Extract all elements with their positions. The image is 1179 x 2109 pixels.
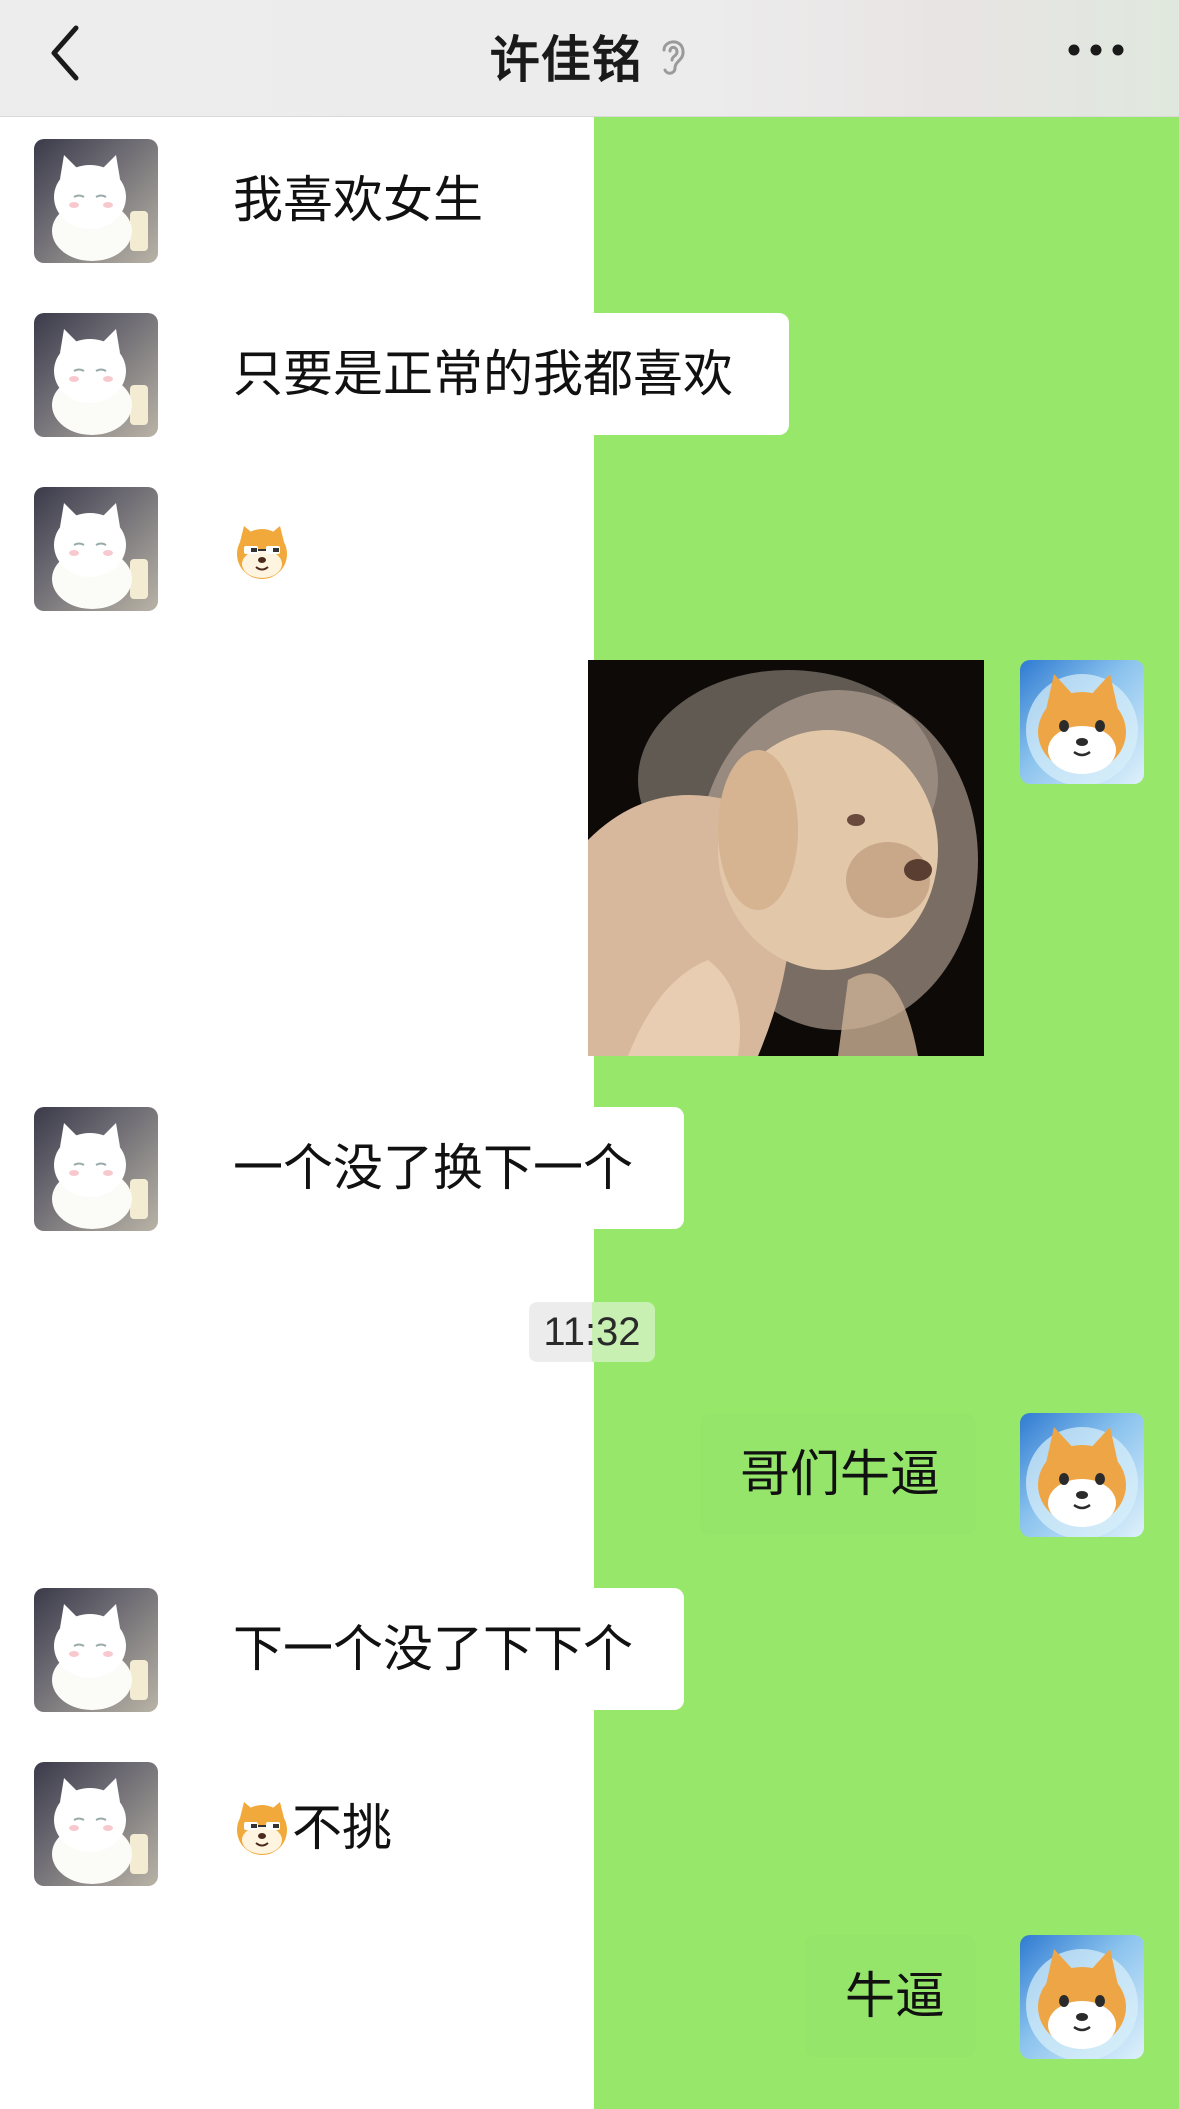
- chat-title: 许佳铭: [489, 32, 643, 88]
- message-text: 牛逼: [845, 1968, 945, 2024]
- cat-avatar-art: [52, 1604, 148, 1710]
- shiba-avatar-art: [1026, 1949, 1138, 2059]
- cat-avatar-art: [52, 155, 148, 261]
- incoming-message[interactable]: 不挑: [232, 1792, 392, 1860]
- shiba-avatar-art: [1026, 1427, 1138, 1537]
- incoming-message[interactable]: 一个没了换下一个: [193, 1107, 684, 1229]
- more-dots-icon[interactable]: [1064, 28, 1128, 72]
- cat-avatar-art: [52, 329, 148, 435]
- my-avatar[interactable]: [1020, 1935, 1144, 2059]
- contact-avatar[interactable]: [34, 313, 158, 437]
- my-avatar[interactable]: [1020, 660, 1144, 784]
- message-text: 只要是正常的我都喜欢: [233, 346, 733, 402]
- cat-avatar-art: [52, 503, 148, 609]
- contact-avatar[interactable]: [34, 1762, 158, 1886]
- message-timestamp: 11:32: [529, 1302, 655, 1362]
- my-avatar[interactable]: [1020, 1413, 1144, 1537]
- outgoing-message[interactable]: 牛逼: [805, 1935, 976, 2057]
- doge-emoji-icon: [237, 525, 287, 579]
- image-message[interactable]: [588, 660, 984, 1056]
- incoming-message[interactable]: 我喜欢女生: [193, 139, 593, 261]
- contact-avatar[interactable]: [34, 1588, 158, 1712]
- message-text: 一个没了换下一个: [233, 1140, 633, 1196]
- incoming-message[interactable]: 只要是正常的我都喜欢: [193, 313, 789, 435]
- contact-avatar[interactable]: [34, 139, 158, 263]
- incoming-message[interactable]: 下一个没了下下个: [193, 1588, 684, 1710]
- dog-photo: [588, 660, 984, 1056]
- doge-emoji-icon: [237, 1801, 287, 1855]
- chat-header: 许佳铭: [0, 0, 1179, 117]
- contact-avatar[interactable]: [34, 487, 158, 611]
- shiba-avatar-art: [1026, 674, 1138, 784]
- outgoing-message[interactable]: 哥们牛逼: [700, 1413, 976, 1535]
- message-text: 不挑: [292, 1799, 392, 1856]
- cat-avatar-art: [52, 1778, 148, 1884]
- message-text: 我喜欢女生: [233, 172, 483, 228]
- contact-avatar[interactable]: [34, 1107, 158, 1231]
- message-text: 哥们牛逼: [740, 1446, 940, 1502]
- title-container: 许佳铭: [0, 20, 1179, 92]
- cat-avatar-art: [52, 1123, 148, 1229]
- message-text: 下一个没了下下个: [233, 1621, 633, 1677]
- sticker-message[interactable]: [232, 516, 292, 582]
- ear-icon: [662, 40, 685, 75]
